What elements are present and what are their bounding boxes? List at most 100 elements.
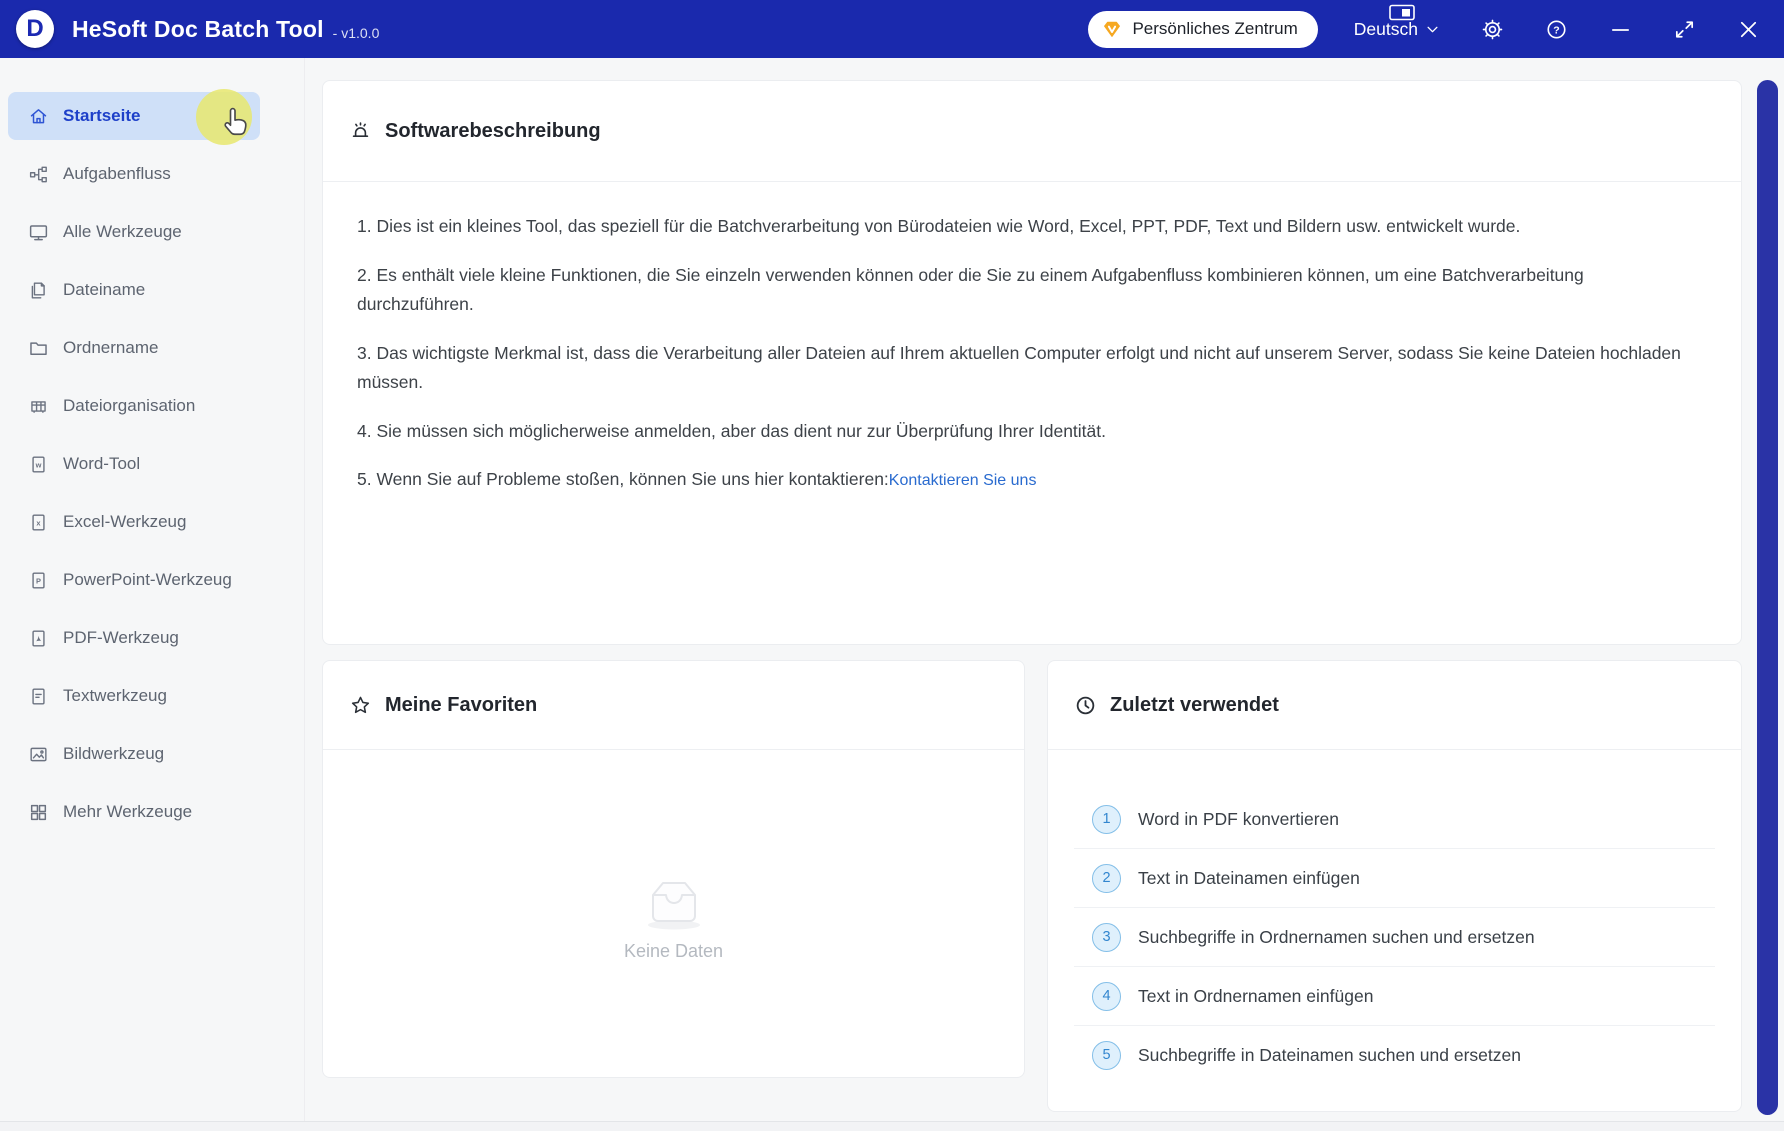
- description-paragraph: 2. Es enthält viele kleine Funktionen, d…: [357, 261, 1705, 320]
- sidebar-item-label: PDF-Werkzeug: [63, 628, 179, 648]
- word-file-icon: w: [28, 454, 49, 475]
- recent-item[interactable]: 1 Word in PDF konvertieren: [1074, 790, 1715, 848]
- recent-item[interactable]: 2 Text in Dateinamen einfügen: [1074, 848, 1715, 907]
- sidebar-item-ordnername[interactable]: Ordnername: [8, 324, 260, 372]
- favorites-empty-state: Keine Daten: [323, 750, 1024, 1080]
- svg-text:w: w: [35, 460, 42, 469]
- recent-item[interactable]: 5 Suchbegriffe in Dateinamen suchen und …: [1074, 1025, 1715, 1084]
- sidebar: Startseite Aufgabenfluss Alle Werkzeuge …: [0, 58, 305, 1122]
- app-version: - v1.0.0: [333, 18, 380, 41]
- recent-item-label: Word in PDF konvertieren: [1138, 809, 1339, 830]
- recent-item-number: 2: [1092, 864, 1121, 893]
- logo-letter: D: [26, 15, 43, 43]
- vip-gem-icon: [1101, 18, 1123, 40]
- recent-item-number: 5: [1092, 1041, 1121, 1070]
- recent-item[interactable]: 4 Text in Ordnernamen einfügen: [1074, 966, 1715, 1025]
- app-logo: D: [16, 10, 54, 48]
- svg-text:?: ?: [1553, 24, 1559, 36]
- text-file-icon: [28, 686, 49, 707]
- paragraph-text: 2. Es enthält viele kleine Funktionen, d…: [357, 265, 1584, 315]
- sidebar-item-label: PowerPoint-Werkzeug: [63, 570, 232, 590]
- recent-item-label: Text in Ordnernamen einfügen: [1138, 986, 1373, 1007]
- personal-center-label: Persönliches Zentrum: [1132, 19, 1297, 39]
- paragraph-text: 3. Das wichtigste Merkmal ist, dass die …: [357, 343, 1681, 393]
- favorites-card-header: Meine Favoriten: [323, 661, 1024, 750]
- recent-card: Zuletzt verwendet 1 Word in PDF konverti…: [1047, 660, 1742, 1112]
- description-paragraph: 3. Das wichtigste Merkmal ist, dass die …: [357, 339, 1705, 398]
- sidebar-item-label: Alle Werkzeuge: [63, 222, 182, 242]
- sidebar-item-textwerkzeug[interactable]: Textwerkzeug: [8, 672, 260, 720]
- app-title: HeSoft Doc Batch Tool: [72, 16, 324, 43]
- monitor-icon: [28, 222, 49, 243]
- recent-item-number: 4: [1092, 982, 1121, 1011]
- recent-item-label: Suchbegriffe in Ordnernamen suchen und e…: [1138, 927, 1535, 948]
- sidebar-item-label: Dateiorganisation: [63, 396, 195, 416]
- workflow-icon: [28, 164, 49, 185]
- expand-icon: [1673, 18, 1696, 41]
- sidebar-item-pdf-werkzeug[interactable]: PDF-Werkzeug: [8, 614, 260, 662]
- description-paragraph: 5. Wenn Sie auf Probleme stoßen, können …: [357, 465, 1705, 496]
- ime-indicator-icon: [1389, 4, 1416, 22]
- sidebar-item-excel-werkzeug[interactable]: x Excel-Werkzeug: [8, 498, 260, 546]
- star-icon: [349, 694, 372, 717]
- sidebar-item-dateiname[interactable]: Dateiname: [8, 266, 260, 314]
- empty-state-text: Keine Daten: [624, 941, 723, 962]
- software-description-card: Softwarebeschreibung 1. Dies ist ein kle…: [322, 80, 1742, 645]
- hand-cursor-icon: [217, 105, 253, 141]
- chevron-down-icon: [1425, 22, 1440, 37]
- help-button[interactable]: ?: [1544, 17, 1568, 41]
- sidebar-item-dateiorganisation[interactable]: Dateiorganisation: [8, 382, 260, 430]
- sidebar-item-label: Excel-Werkzeug: [63, 512, 186, 532]
- recent-item-label: Suchbegriffe in Dateinamen suchen und er…: [1138, 1045, 1521, 1066]
- description-paragraph: 1. Dies ist ein kleines Tool, das spezie…: [357, 212, 1705, 242]
- home-icon: [28, 106, 49, 127]
- close-button[interactable]: [1736, 17, 1760, 41]
- recent-item-number: 1: [1092, 805, 1121, 834]
- recent-card-title: Zuletzt verwendet: [1110, 694, 1279, 717]
- folder-icon: [28, 338, 49, 359]
- sidebar-item-label: Dateiname: [63, 280, 145, 300]
- settings-button[interactable]: [1480, 17, 1504, 41]
- description-card-body: 1. Dies ist ein kleines Tool, das spezie…: [323, 182, 1741, 496]
- svg-text:x: x: [36, 518, 41, 527]
- grid-icon: [28, 802, 49, 823]
- recent-item-number: 3: [1092, 923, 1121, 952]
- recent-item[interactable]: 3 Suchbegriffe in Ordnernamen suchen und…: [1074, 907, 1715, 966]
- gear-icon: [1481, 18, 1504, 41]
- pdf-file-icon: [28, 628, 49, 649]
- svg-text:P: P: [36, 576, 41, 585]
- image-icon: [28, 744, 49, 765]
- sidebar-item-word-tool[interactable]: w Word-Tool: [8, 440, 260, 488]
- favorites-card-title: Meine Favoriten: [385, 694, 537, 717]
- description-paragraph: 4. Sie müssen sich möglicherweise anmeld…: [357, 417, 1705, 447]
- contact-link[interactable]: Kontaktieren Sie uns: [889, 472, 1037, 489]
- sidebar-item-label: Startseite: [63, 106, 140, 126]
- sidebar-item-bildwerkzeug[interactable]: Bildwerkzeug: [8, 730, 260, 778]
- sidebar-item-label: Word-Tool: [63, 454, 140, 474]
- sidebar-item-label: Textwerkzeug: [63, 686, 167, 706]
- description-card-title: Softwarebeschreibung: [385, 120, 601, 143]
- scrollbar: [1757, 80, 1779, 1115]
- recent-item-label: Text in Dateinamen einfügen: [1138, 868, 1360, 889]
- close-icon: [1737, 18, 1760, 41]
- table-icon: [28, 396, 49, 417]
- file-name-icon: [28, 280, 49, 301]
- maximize-button[interactable]: [1672, 17, 1696, 41]
- question-icon: ?: [1545, 18, 1568, 41]
- powerpoint-file-icon: P: [28, 570, 49, 591]
- paragraph-text: 1. Dies ist ein kleines Tool, das spezie…: [357, 216, 1520, 236]
- sidebar-item-mehr-werkzeuge[interactable]: Mehr Werkzeuge: [8, 788, 260, 836]
- bottom-strip: [0, 1121, 1784, 1131]
- scrollbar-thumb[interactable]: [1757, 80, 1778, 1115]
- minimize-icon: [1609, 18, 1632, 41]
- recent-list: 1 Word in PDF konvertieren 2 Text in Dat…: [1048, 750, 1741, 1084]
- sidebar-item-powerpoint-werkzeug[interactable]: P PowerPoint-Werkzeug: [8, 556, 260, 604]
- description-card-header: Softwarebeschreibung: [323, 81, 1741, 182]
- main-content: Softwarebeschreibung 1. Dies ist ein kle…: [305, 58, 1742, 1122]
- minimize-button[interactable]: [1608, 17, 1632, 41]
- sidebar-item-alle-werkzeuge[interactable]: Alle Werkzeuge: [8, 208, 260, 256]
- topbar: D HeSoft Doc Batch Tool - v1.0.0 Persönl…: [0, 0, 1784, 58]
- paragraph-text: 5. Wenn Sie auf Probleme stoßen, können …: [357, 469, 889, 489]
- sidebar-item-aufgabenfluss[interactable]: Aufgabenfluss: [8, 150, 260, 198]
- personal-center-button[interactable]: Persönliches Zentrum: [1088, 11, 1317, 48]
